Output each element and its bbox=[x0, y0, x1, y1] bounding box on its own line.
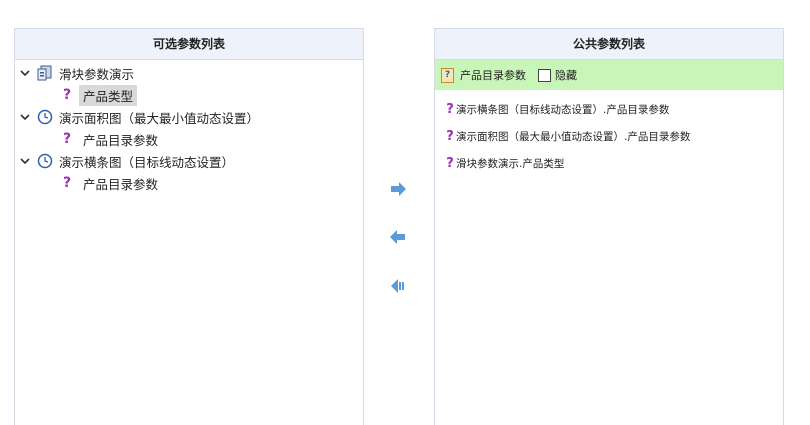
question-mark-icon: ? bbox=[446, 156, 454, 171]
hide-label[interactable]: 隐藏 bbox=[555, 67, 577, 83]
list-item[interactable]: ? 滑块参数演示.产品类型 bbox=[445, 150, 783, 177]
list-item-label: 演示面积图（最大最小值动态设置）.产品目录参数 bbox=[456, 131, 691, 143]
tree-node-bar-chart-demo[interactable]: 演示横条图（目标线动态设置） bbox=[15, 150, 363, 172]
tree-node-label: 演示横条图（目标线动态设置） bbox=[59, 154, 235, 170]
param-icon: ? bbox=[441, 67, 454, 83]
available-params-title: 可选参数列表 bbox=[15, 29, 363, 60]
tree-node-label: 演示面积图（最大最小值动态设置） bbox=[59, 110, 260, 126]
list-item-label: 演示横条图（目标线动态设置）.产品目录参数 bbox=[456, 104, 670, 116]
question-mark-icon: ? bbox=[446, 129, 454, 144]
slider-widget-icon bbox=[37, 65, 52, 81]
tree-leaf-product-catalog[interactable]: ? 产品目录参数 bbox=[15, 172, 363, 194]
question-mark-icon: ? bbox=[62, 175, 72, 191]
list-item[interactable]: ? 演示横条图（目标线动态设置）.产品目录参数 bbox=[445, 96, 783, 123]
tree-leaf-product-catalog[interactable]: ? 产品目录参数 bbox=[15, 128, 363, 150]
arrow-left-all-icon[interactable] bbox=[388, 277, 408, 295]
arrow-left-icon[interactable] bbox=[388, 228, 408, 246]
question-mark-icon: ? bbox=[62, 131, 72, 147]
chevron-down-icon[interactable] bbox=[19, 111, 31, 123]
param-tree: 滑块参数演示 ? 产品类型 演示面积图（最大最小值动态设置） ? 产品目录参数 … bbox=[15, 60, 363, 194]
tree-node-area-chart-demo[interactable]: 演示面积图（最大最小值动态设置） bbox=[15, 106, 363, 128]
tree-leaf-label: 产品目录参数 bbox=[83, 132, 159, 148]
public-param-label: 产品目录参数 bbox=[460, 69, 526, 82]
arrow-right-icon[interactable] bbox=[388, 180, 408, 198]
chevron-down-icon[interactable] bbox=[19, 155, 31, 167]
available-params-panel: 可选参数列表 滑块参数演示 ? 产品类型 演示面积图（最大最小值动态设置） ? … bbox=[14, 28, 364, 425]
list-item[interactable]: ? 演示面积图（最大最小值动态设置）.产品目录参数 bbox=[445, 123, 783, 150]
public-param-row[interactable]: ? 产品目录参数 隐藏 bbox=[435, 60, 783, 90]
tree-node-slider-demo[interactable]: 滑块参数演示 bbox=[15, 62, 363, 84]
public-params-title: 公共参数列表 bbox=[435, 29, 783, 60]
question-mark-icon: ? bbox=[446, 102, 454, 117]
public-param-list: ? 演示横条图（目标线动态设置）.产品目录参数 ? 演示面积图（最大最小值动态设… bbox=[435, 90, 783, 177]
tree-node-label: 滑块参数演示 bbox=[59, 66, 135, 82]
list-item-label: 滑块参数演示.产品类型 bbox=[456, 158, 565, 170]
tree-leaf-label: 产品类型 bbox=[79, 84, 138, 106]
tree-leaf-product-type[interactable]: ? 产品类型 bbox=[15, 84, 363, 106]
tree-leaf-label: 产品目录参数 bbox=[83, 176, 159, 192]
question-mark-icon: ? bbox=[62, 87, 72, 103]
clock-icon bbox=[37, 153, 53, 169]
hide-checkbox[interactable] bbox=[538, 68, 551, 82]
clock-icon bbox=[37, 109, 53, 125]
public-params-panel: 公共参数列表 ? 产品目录参数 隐藏 ? 演示横条图（目标线动态设置）.产品目录… bbox=[434, 28, 784, 425]
chevron-down-icon[interactable] bbox=[19, 67, 31, 79]
